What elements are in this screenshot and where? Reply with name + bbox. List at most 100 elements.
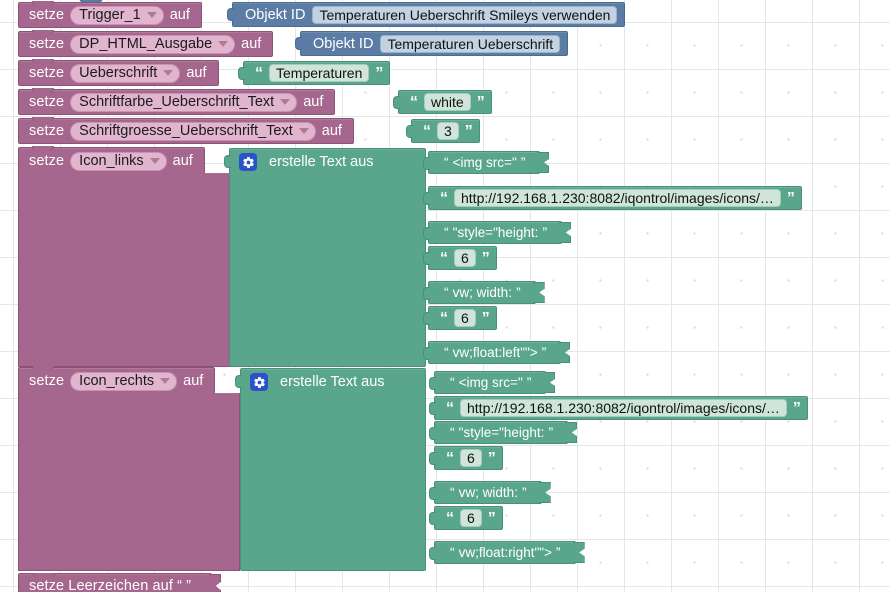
text-block-height-value-right[interactable]: “ 6 ”	[429, 446, 503, 470]
gear-icon[interactable]	[239, 153, 257, 171]
variable-name: Schriftfarbe_Ueberschrift_Text	[79, 93, 275, 110]
text-block-schriftgroesse[interactable]: “ 3 ”	[406, 119, 480, 143]
statement-block-icon-links[interactable]: setze Icon_links auf	[18, 146, 205, 174]
text-block-img-src-left[interactable]: “ <img src=" ”	[423, 151, 550, 174]
text-block-url-left[interactable]: “ http://192.168.1.230:8082/iqontrol/ima…	[423, 186, 802, 210]
quote-open-icon: “	[410, 94, 418, 111]
object-id-block-trigger1[interactable]: Objekt ID Temperaturen Ueberschrift Smil…	[227, 2, 626, 27]
statement-body-icon-rechts	[18, 393, 240, 571]
text-block-ueberschrift[interactable]: “ Temperaturen ”	[238, 61, 391, 85]
quote-close-icon: ”	[541, 343, 547, 360]
variable-dropdown-dp-html-ausgabe[interactable]: DP_HTML_Ausgabe	[70, 34, 236, 54]
quote-close-icon: ”	[786, 190, 795, 207]
text-field-height-left[interactable]: 6	[454, 249, 476, 267]
variable-dropdown-ueberschrift[interactable]: Ueberschrift	[70, 63, 181, 83]
text-value[interactable]: <img src="	[453, 155, 517, 170]
text-value[interactable]: "style="height:	[453, 225, 539, 240]
variable-name: Icon_rechts	[79, 372, 155, 389]
text-field-url-right[interactable]: http://192.168.1.230:8082/iqontrol/image…	[460, 399, 787, 417]
text-value[interactable]: vw;float:left"">	[453, 345, 538, 360]
block-notch	[32, 88, 54, 93]
block-tail	[538, 482, 551, 503]
variable-name: DP_HTML_Ausgabe	[79, 35, 213, 52]
blockly-workspace[interactable]: setze Trigger_1 auf Objekt ID Temperatur…	[0, 0, 890, 592]
statement-block-dp-html-ausgabe[interactable]: setze DP_HTML_Ausgabe auf	[18, 30, 274, 57]
join-block-icon-rechts[interactable]: erstelle Text aus	[235, 368, 426, 571]
value-connector	[429, 402, 436, 415]
quote-open-icon: “	[446, 450, 454, 467]
text-field-height-right[interactable]: 6	[460, 449, 482, 467]
variable-dropdown-icon-rechts[interactable]: Icon_rechts	[70, 371, 178, 391]
text-block-style-height-left[interactable]: “ "style="height: ”	[423, 221, 572, 244]
text-value[interactable]: vw; width:	[459, 485, 518, 500]
variable-dropdown-schriftgroesse[interactable]: Schriftgroesse_Ueberschrift_Text	[70, 121, 316, 141]
block-tail	[572, 542, 585, 563]
keyword-auf: auf	[183, 372, 204, 389]
value-connector	[429, 452, 436, 465]
statement-block-schriftgroesse[interactable]: setze Schriftgroesse_Ueberschrift_Text a…	[18, 117, 354, 144]
quote-close-icon: ”	[476, 94, 485, 111]
text-block-float-left[interactable]: “ vw;float:left""> ”	[423, 341, 571, 364]
object-id-field-trigger1[interactable]: Temperaturen Ueberschrift Smileys verwen…	[312, 5, 618, 24]
block-notch	[32, 1, 54, 6]
chevron-down-icon	[149, 158, 160, 164]
text-field-width-left[interactable]: 6	[454, 309, 476, 327]
text-block-url-right[interactable]: “ http://192.168.1.230:8082/iqontrol/ima…	[429, 396, 808, 420]
text-block-vw-width-left[interactable]: “ vw; width: ”	[423, 281, 545, 304]
join-block-icon-links[interactable]: erstelle Text aus	[224, 148, 426, 367]
keyword-setze: setze	[29, 372, 65, 389]
variable-dropdown-icon-links[interactable]: Icon_links	[70, 151, 167, 171]
chevron-down-icon	[218, 41, 229, 47]
keyword-auf: auf	[186, 64, 207, 81]
text-block-schriftfarbe[interactable]: “ white ”	[393, 90, 492, 114]
quote-close-icon: ”	[487, 450, 496, 467]
chevron-down-icon	[146, 12, 157, 18]
value-connector	[423, 227, 430, 240]
text-field-url-left[interactable]: http://192.168.1.230:8082/iqontrol/image…	[454, 189, 781, 207]
text-value[interactable]: vw;float:right"">	[459, 545, 552, 560]
text-block-style-height-right[interactable]: “ "style="height: ”	[429, 421, 578, 444]
block-notch	[32, 146, 54, 151]
text-value[interactable]: <img src="	[459, 375, 523, 390]
keyword-setze: setze	[29, 152, 65, 169]
text-block-float-right[interactable]: “ vw;float:right""> ”	[429, 541, 585, 564]
statement-block-schriftfarbe[interactable]: setze Schriftfarbe_Ueberschrift_Text auf	[18, 88, 336, 115]
keyword-setze: setze	[29, 93, 65, 110]
object-id-block-dp-html-ausgabe[interactable]: Objekt ID Temperaturen Ueberschrift	[295, 31, 569, 56]
block-tail	[559, 222, 572, 243]
text-field-width-right[interactable]: 6	[460, 509, 482, 527]
statement-block-trigger1[interactable]: setze Trigger_1 auf	[18, 1, 202, 28]
text-block-img-src-right[interactable]: “ <img src=" ”	[429, 371, 556, 394]
variable-name: Trigger_1	[79, 6, 141, 23]
text-block-height-value-left[interactable]: “ 6 ”	[423, 246, 497, 270]
text-block-width-value-left[interactable]: “ 6 ”	[423, 306, 497, 330]
quote-close-icon: ”	[481, 250, 490, 267]
text-field-schriftfarbe[interactable]: white	[424, 93, 471, 111]
quote-close-icon: ”	[481, 310, 490, 327]
statement-block-leerzeichen[interactable]: setze Leerzeichen auf “ ”	[18, 573, 222, 592]
statement-block-ueberschrift[interactable]: setze Ueberschrift auf	[18, 59, 219, 86]
quote-close-icon: ”	[526, 373, 532, 390]
quote-open-icon: “	[450, 483, 455, 500]
text-value[interactable]: vw; width:	[453, 285, 512, 300]
keyword-auf: auf	[169, 6, 190, 23]
text-block-width-value-right[interactable]: “ 6 ”	[429, 506, 503, 530]
statement-block-icon-rechts[interactable]: setze Icon_rechts auf	[18, 366, 216, 394]
quote-open-icon: “	[450, 423, 455, 440]
text-block-vw-width-right[interactable]: “ vw; width: ”	[429, 481, 551, 504]
block-notch	[32, 30, 54, 35]
statement-body-icon-links	[18, 173, 240, 367]
variable-dropdown-schriftfarbe[interactable]: Schriftfarbe_Ueberschrift_Text	[70, 92, 298, 112]
object-id-label: Objekt ID	[313, 35, 374, 52]
text-value[interactable]: "style="height:	[459, 425, 545, 440]
variable-dropdown-trigger1[interactable]: Trigger_1	[70, 5, 164, 25]
keyword-auf: auf	[303, 93, 324, 110]
text-field-schriftgroesse[interactable]: 3	[437, 122, 459, 140]
value-connector	[423, 312, 430, 325]
text-field-ueberschrift[interactable]: Temperaturen	[269, 64, 370, 82]
object-id-label: Objekt ID	[245, 6, 306, 23]
block-tail	[543, 372, 556, 393]
variable-name: Ueberschrift	[79, 64, 158, 81]
gear-icon[interactable]	[250, 373, 268, 391]
object-id-field-dp-html-ausgabe[interactable]: Temperaturen Ueberschrift	[380, 34, 561, 53]
